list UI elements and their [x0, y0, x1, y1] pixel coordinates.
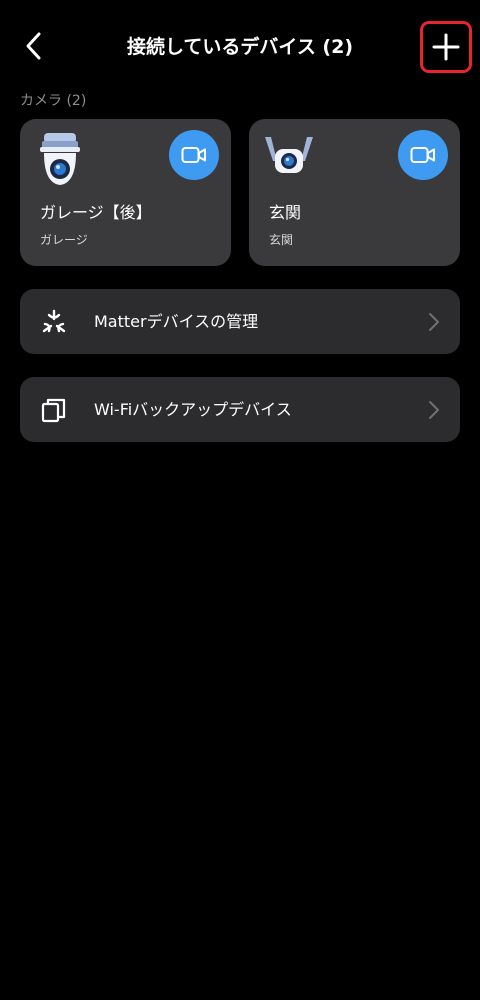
outdoor-camera-icon — [265, 137, 313, 173]
pan-tilt-camera-icon — [40, 133, 80, 185]
copy-icon — [41, 398, 66, 423]
camera-card-entrance[interactable]: 玄関 玄関 — [249, 119, 460, 266]
matter-devices-row[interactable]: Matterデバイスの管理 — [20, 289, 460, 354]
chevron-right-icon — [429, 401, 439, 419]
video-camera-icon — [181, 147, 206, 163]
add-device-button[interactable] — [420, 21, 472, 73]
camera-location: ガレージ — [40, 233, 88, 247]
live-view-button[interactable] — [169, 130, 219, 180]
plus-icon — [432, 33, 460, 61]
connected-devices-screen: 接続しているデバイス (2) カメラ (2) ガレージ【後】 ガレージ 玄関 玄… — [0, 0, 480, 1000]
row-label: Wi-Fiバックアップデバイス — [94, 400, 292, 419]
section-label-cameras: カメラ (2) — [20, 93, 87, 109]
wifi-backup-devices-row[interactable]: Wi-Fiバックアップデバイス — [20, 377, 460, 442]
header: 接続しているデバイス (2) — [0, 0, 480, 92]
camera-name: ガレージ【後】 — [40, 203, 152, 222]
camera-card-garage[interactable]: ガレージ【後】 ガレージ — [20, 119, 231, 266]
back-button[interactable] — [14, 26, 54, 66]
live-view-button[interactable] — [398, 130, 448, 180]
camera-location: 玄関 — [269, 233, 294, 247]
chevron-left-icon — [26, 32, 41, 60]
camera-name: 玄関 — [269, 203, 302, 222]
video-camera-icon — [410, 147, 435, 163]
chevron-right-icon — [429, 313, 439, 331]
matter-icon — [42, 309, 66, 333]
row-label: Matterデバイスの管理 — [94, 312, 259, 331]
page-title: 接続しているデバイス (2) — [126, 36, 354, 58]
